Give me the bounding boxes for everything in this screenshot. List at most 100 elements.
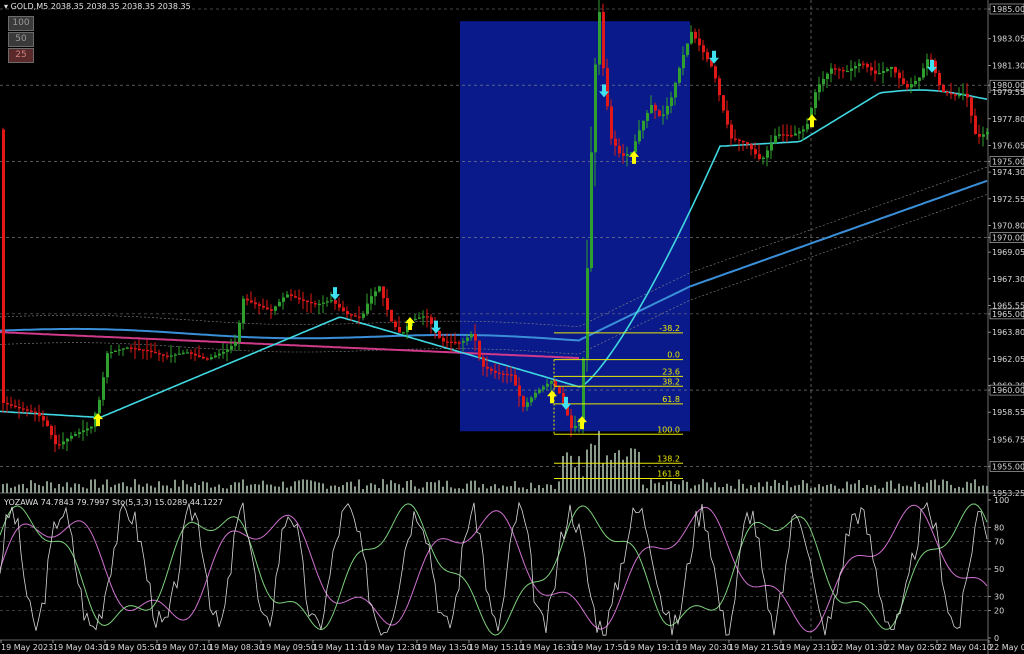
price-candle [246,298,249,301]
volume-bar [874,485,876,493]
volume-bar [498,488,500,493]
price-candle [958,94,961,97]
zoom-100-button[interactable]: 100 [8,16,34,31]
volume-bar [986,485,988,493]
fibonacci-level-label: 61.8 [662,395,680,404]
volume-bar [82,487,84,493]
volume-bar [350,481,352,493]
volume-bar [110,487,112,493]
volume-bar [922,486,924,493]
volume-bar [450,487,452,493]
price-candle [142,349,145,351]
volume-bar [886,481,888,493]
price-candle [918,77,921,81]
price-candle [770,143,773,151]
zoom-50-button[interactable]: 50 [8,32,34,47]
volume-bar [806,483,808,493]
volume-bar [130,487,132,493]
price-candle [262,305,265,308]
price-candle [634,141,637,153]
price-candle [50,425,53,436]
price-candle [358,316,361,318]
time-axis-label: 19 May 19:10 [625,643,680,652]
time-axis-label: 22 May 02:50 [885,643,940,652]
volume-bar [978,486,980,493]
volume-bar [790,487,792,493]
volume-bar [298,480,300,493]
volume-bar [890,480,892,493]
volume-bar [238,482,240,493]
volume-bar [626,456,628,493]
price-candle [322,302,325,304]
price-candle [778,134,781,136]
price-candle [10,404,13,406]
price-candle [590,152,593,269]
volume-bar [670,481,672,493]
price-candle [446,341,449,343]
volume-bar [646,488,648,493]
price-candle [442,337,445,342]
volume-bar [522,487,524,493]
volume-bar [554,488,556,493]
price-candle [846,70,849,73]
price-candle [290,294,293,297]
volume-bar [114,484,116,493]
price-candle [614,138,617,146]
price-candle [698,38,701,46]
price-candle [870,67,873,71]
price-candle [58,444,61,446]
zoom-25-button[interactable]: 25 [8,48,34,63]
price-candle [982,134,985,137]
volume-bar [482,484,484,493]
price-candle [430,317,433,325]
price-candle [498,372,501,375]
price-candle [658,110,661,117]
price-candle [146,350,149,352]
volume-bar [550,484,552,493]
price-candle [570,415,573,429]
volume-bar [662,485,664,493]
volume-bar [210,487,212,493]
price-candle [390,309,393,322]
price-candle [742,141,745,143]
price-candle [474,333,477,341]
volume-bar [282,481,284,493]
time-axis-label: 19 May 07:10 [157,643,212,652]
volume-bar [838,488,840,493]
price-candle [674,82,677,98]
volume-bar [630,448,632,493]
volume-bar [142,486,144,493]
volume-bar [842,488,844,493]
price-candle [730,124,733,139]
volume-bar [614,452,616,493]
volume-bar [714,482,716,493]
volume-bar [146,483,148,493]
volume-bar [102,484,104,493]
price-candle [666,105,669,115]
price-candle [346,311,349,315]
volume-bar [170,488,172,493]
volume-bar [438,480,440,493]
price-candle [586,268,589,359]
volume-bar [570,455,572,493]
price-candle [398,326,401,333]
price-candle [762,157,765,160]
price-candle [174,354,177,356]
volume-bar [182,480,184,493]
volume-bar [106,479,108,493]
price-candle [650,105,653,113]
volume-bar [262,480,264,493]
price-candle [14,405,17,408]
price-candle [690,31,693,44]
volume-bar [38,484,40,493]
price-candle [774,135,777,144]
price-candle [466,337,469,342]
volume-bar [218,484,220,493]
volume-bar [58,484,60,493]
price-candle [830,68,833,74]
volume-bar [158,481,160,493]
volume-bar [214,486,216,493]
price-candle [978,134,981,137]
volume-bar [366,485,368,493]
price-candle [382,286,385,299]
